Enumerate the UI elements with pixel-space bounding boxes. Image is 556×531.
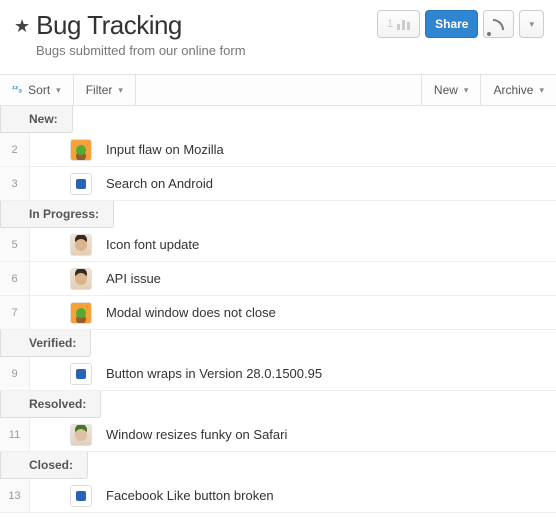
bug-title: Search on Android [106, 176, 213, 191]
sort-button[interactable]: ¹²₃ Sort ▾ [0, 75, 74, 105]
table-row[interactable]: 5 Icon font update [0, 228, 556, 262]
chevron-down-icon: ▾ [56, 85, 61, 96]
avatar [70, 173, 92, 195]
table-row[interactable]: 6 API issue [0, 262, 556, 296]
row-number: 2 [0, 133, 30, 166]
chevron-down-icon: ▾ [539, 85, 544, 96]
chevron-down-icon: ▾ [118, 85, 123, 96]
bug-title: Icon font update [106, 237, 199, 252]
row-number: 7 [0, 296, 30, 329]
star-icon[interactable]: ★ [14, 17, 30, 35]
sort-icon: ¹²₃ [12, 84, 22, 94]
avatar [70, 424, 92, 446]
bug-title: Modal window does not close [106, 305, 276, 320]
bug-title: Input flaw on Mozilla [106, 142, 224, 157]
table-row[interactable]: 9 Button wraps in Version 28.0.1500.95 [0, 357, 556, 391]
row-number: 6 [0, 262, 30, 295]
avatar [70, 302, 92, 324]
page-title: Bug Tracking [36, 10, 182, 41]
avatar [70, 139, 92, 161]
new-button[interactable]: New ▾ [421, 75, 481, 105]
group-header[interactable]: New: [0, 106, 73, 133]
chevron-down-icon: ▾ [464, 85, 469, 96]
avatar [70, 234, 92, 256]
row-number: 11 [0, 418, 30, 451]
org-button[interactable]: 1 [377, 10, 420, 38]
bug-title: Facebook Like button broken [106, 488, 274, 503]
avatar [70, 485, 92, 507]
filter-button[interactable]: Filter ▾ [74, 75, 136, 105]
more-button[interactable]: ▾ [519, 10, 544, 38]
group-header[interactable]: In Progress: [0, 201, 114, 228]
share-button[interactable]: Share [425, 10, 478, 38]
bug-title: Window resizes funky on Safari [106, 427, 287, 442]
table-row[interactable]: 2 Input flaw on Mozilla [0, 133, 556, 167]
group-header[interactable]: Closed: [0, 452, 88, 479]
row-number: 9 [0, 357, 30, 390]
org-count: 1 [387, 18, 393, 30]
chevron-down-icon: ▾ [529, 19, 534, 30]
avatar [70, 363, 92, 385]
toolbar: ¹²₃ Sort ▾ Filter ▾ New ▾ Archive ▾ [0, 74, 556, 106]
row-number: 5 [0, 228, 30, 261]
page-subtitle: Bugs submitted from our online form [36, 43, 542, 58]
rss-icon [493, 19, 504, 30]
table-row[interactable]: 7 Modal window does not close [0, 296, 556, 330]
archive-button[interactable]: Archive ▾ [480, 75, 556, 105]
bug-title: Button wraps in Version 28.0.1500.95 [106, 366, 322, 381]
avatar [70, 268, 92, 290]
row-number: 3 [0, 167, 30, 200]
bars-icon [397, 18, 410, 30]
rss-button[interactable] [483, 10, 514, 38]
bug-title: API issue [106, 271, 161, 286]
row-number: 13 [0, 479, 30, 512]
table-row[interactable]: 11 Window resizes funky on Safari [0, 418, 556, 452]
table-row[interactable]: 13 Facebook Like button broken [0, 479, 556, 513]
group-header[interactable]: Verified: [0, 330, 91, 357]
table-row[interactable]: 3 Search on Android [0, 167, 556, 201]
group-header[interactable]: Resolved: [0, 391, 101, 418]
